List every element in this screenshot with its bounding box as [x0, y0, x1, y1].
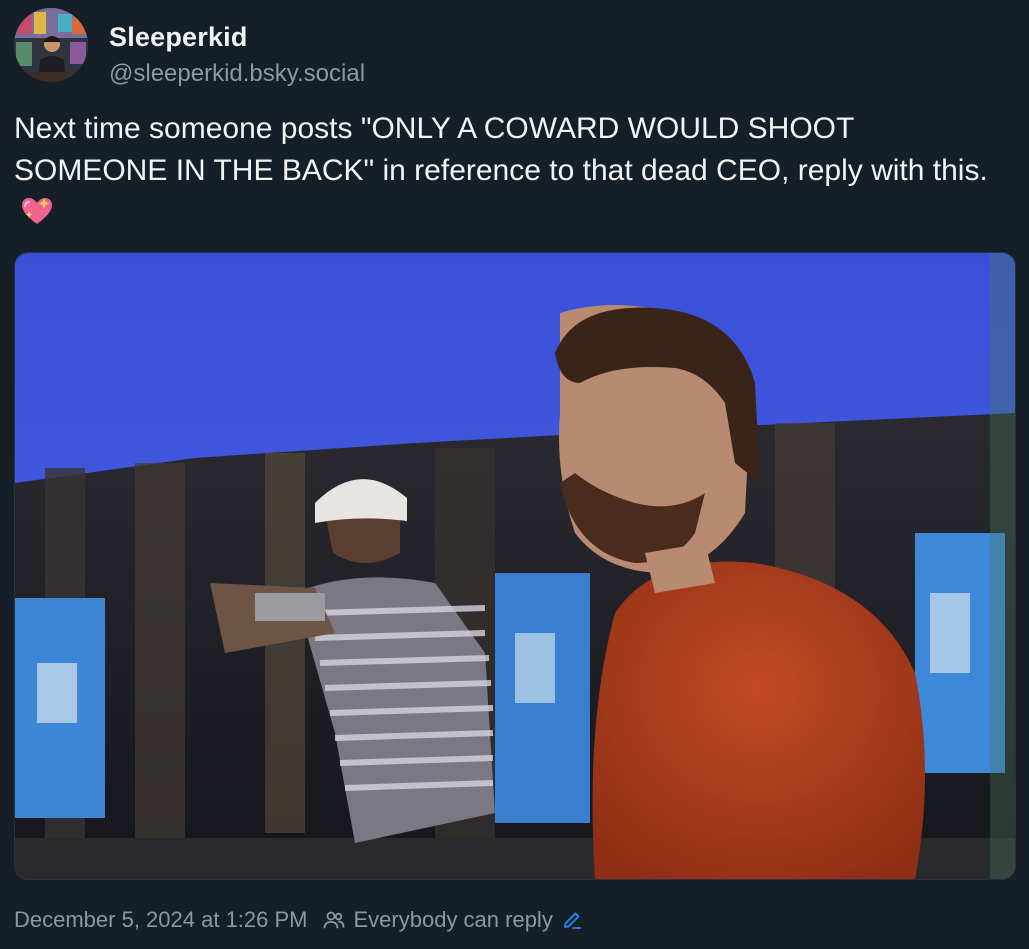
pencil-icon[interactable]	[561, 909, 583, 931]
post-footer: December 5, 2024 at 1:26 PM Everybody ca…	[14, 904, 583, 936]
sparkling-heart-emoji	[20, 196, 54, 238]
post-video[interactable]	[14, 252, 1016, 880]
avatar[interactable]	[14, 8, 88, 82]
post: Sleeperkid @sleeperkid.bsky.social Next …	[0, 0, 1029, 949]
post-timestamp[interactable]: December 5, 2024 at 1:26 PM	[14, 907, 308, 933]
post-text-container: Next time someone posts "ONLY A COWARD W…	[14, 108, 1014, 238]
author-handle[interactable]: @sleeperkid.bsky.social	[109, 60, 365, 88]
author-display-name[interactable]: Sleeperkid	[109, 22, 248, 53]
post-header: Sleeperkid @sleeperkid.bsky.social	[14, 8, 614, 87]
reply-setting[interactable]: Everybody can reply	[354, 907, 553, 933]
people-icon	[322, 908, 346, 932]
post-text: Next time someone posts "ONLY A COWARD W…	[14, 112, 988, 187]
